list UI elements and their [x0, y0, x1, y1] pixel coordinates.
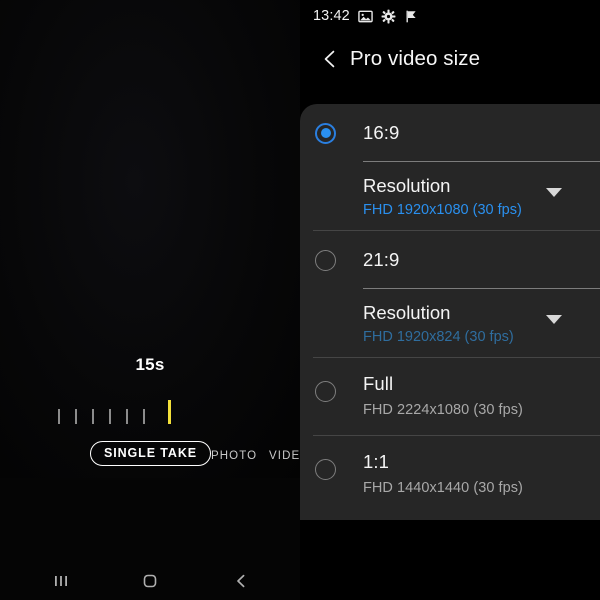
mode-video[interactable]: VIDEO [269, 450, 300, 462]
option-row-1-1[interactable]: 1:1 FHD 1440x1440 (30 fps) [300, 436, 600, 513]
android-nav-bar [0, 562, 300, 600]
resolution-row-21-9[interactable]: Resolution FHD 1920x824 (30 fps) [300, 289, 600, 357]
phone-screen: 15s SINGLE TAKE PHOTO VIDEO [0, 0, 600, 600]
radio-1-1[interactable] [315, 459, 336, 480]
home-button[interactable] [131, 562, 169, 600]
duration-tick-strip[interactable] [58, 398, 171, 424]
radio-21-9[interactable] [315, 249, 336, 271]
tick-mark [92, 409, 94, 424]
camera-mode-selector[interactable]: SINGLE TAKE PHOTO VIDEO [0, 441, 300, 471]
option-subtitle-1-1: FHD 1440x1440 (30 fps) [363, 480, 523, 496]
back-icon [237, 574, 245, 588]
settings-pane: 13:42 Pro video size 16:9 Resolution FHD… [300, 0, 600, 600]
resolution-value-21-9: FHD 1920x824 (30 fps) [363, 329, 514, 345]
tick-mark [126, 409, 128, 424]
option-label-21-9: 21:9 [363, 249, 400, 270]
option-label-16-9: 16:9 [363, 122, 400, 143]
gear-icon [381, 9, 396, 24]
camera-control-bar [0, 478, 300, 560]
recents-icon [55, 576, 67, 586]
mode-single-take[interactable]: SINGLE TAKE [90, 441, 212, 466]
home-icon [143, 574, 157, 588]
back-button-nav[interactable] [222, 562, 260, 600]
option-subtitle-full: FHD 2224x1080 (30 fps) [363, 402, 523, 418]
radio-16-9[interactable] [315, 122, 336, 144]
mode-photo[interactable]: PHOTO [211, 450, 257, 462]
option-group-16-9: 16:9 Resolution FHD 1920x1080 (30 fps) [300, 104, 600, 230]
recording-duration-label: 15s [135, 355, 165, 374]
radio-full[interactable] [315, 381, 336, 402]
camera-pane: 15s SINGLE TAKE PHOTO VIDEO [0, 0, 300, 600]
option-group-21-9: 21:9 Resolution FHD 1920x824 (30 fps) [300, 231, 600, 357]
resolution-value-16-9: FHD 1920x1080 (30 fps) [363, 202, 522, 218]
tick-mark [109, 409, 111, 424]
caret-down-icon[interactable] [546, 188, 562, 197]
caret-down-icon[interactable] [546, 315, 562, 324]
resolution-row-16-9[interactable]: Resolution FHD 1920x1080 (30 fps) [300, 162, 600, 230]
resolution-title: Resolution [363, 175, 451, 196]
chevron-left-icon [324, 50, 335, 68]
option-label-full: Full [363, 373, 394, 394]
back-button[interactable] [316, 45, 344, 73]
status-clock: 13:42 [313, 8, 350, 24]
tick-mark [58, 409, 60, 424]
tick-mark-active [168, 400, 171, 424]
option-row-21-9[interactable]: 21:9 [300, 231, 600, 289]
panel-header: Pro video size [300, 36, 600, 82]
recents-button[interactable] [42, 562, 80, 600]
tick-mark [143, 409, 145, 424]
status-bar: 13:42 [300, 0, 600, 32]
page-title: Pro video size [350, 47, 481, 70]
option-label-1-1: 1:1 [363, 451, 390, 472]
pro-video-size-options: 16:9 Resolution FHD 1920x1080 (30 fps) 2… [300, 104, 600, 520]
flag-icon [404, 9, 419, 24]
image-icon [358, 9, 373, 24]
option-row-full[interactable]: Full FHD 2224x1080 (30 fps) [300, 358, 600, 435]
option-row-16-9[interactable]: 16:9 [300, 104, 600, 162]
resolution-title: Resolution [363, 302, 451, 323]
tick-mark [75, 409, 77, 424]
